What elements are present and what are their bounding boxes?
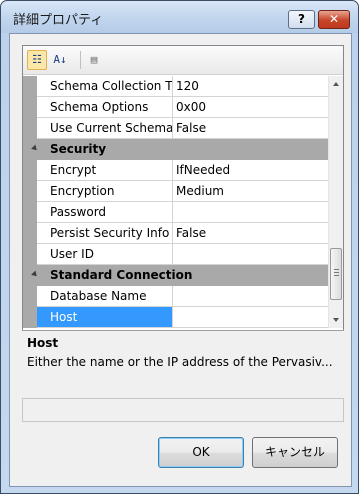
property-value[interactable]: 0x00: [173, 97, 328, 118]
alphabetical-sort-icon[interactable]: A↓: [50, 50, 70, 70]
row-gutter: [23, 160, 37, 181]
property-value[interactable]: Medium: [173, 181, 328, 202]
row-gutter: [23, 244, 37, 265]
property-value[interactable]: [173, 307, 328, 328]
property-value[interactable]: False: [173, 118, 328, 139]
property-value[interactable]: [173, 202, 328, 223]
title-bar[interactable]: 詳細プロパティ ? ✕: [1, 1, 358, 33]
thumb-grip-line: [334, 269, 339, 270]
property-grid-toolbar: ☷ A↓ ▤: [23, 46, 343, 75]
status-box: [22, 398, 344, 422]
property-name[interactable]: Persist Security Info: [37, 223, 173, 244]
ok-button[interactable]: OK: [158, 437, 244, 468]
category-label: Security: [50, 142, 107, 156]
property-name[interactable]: Encryption: [37, 181, 173, 202]
collapse-arrow-icon[interactable]: [31, 270, 39, 279]
row-gutter: [23, 118, 37, 139]
scrollbar-thumb[interactable]: [330, 248, 342, 300]
description-title: Host: [27, 336, 59, 350]
property-name[interactable]: Use Current Schema: [37, 118, 173, 139]
categorized-view-icon[interactable]: ☷: [27, 50, 47, 70]
row-gutter: [23, 76, 37, 97]
cancel-button[interactable]: キャンセル: [252, 437, 338, 468]
property-name[interactable]: Host: [37, 307, 173, 328]
property-name[interactable]: Database Name: [37, 286, 173, 307]
property-name[interactable]: Password: [37, 202, 173, 223]
property-name[interactable]: Schema Options: [37, 97, 173, 118]
vertical-scrollbar[interactable]: [328, 76, 343, 328]
property-value[interactable]: 120: [173, 76, 328, 97]
toolbar-separator: [80, 51, 81, 69]
category-label: Standard Connection: [50, 268, 193, 282]
description-pane: Host Either the name or the IP address o…: [22, 330, 344, 388]
property-row[interactable]: Database Name: [23, 286, 328, 307]
help-button[interactable]: ?: [288, 10, 315, 29]
property-pages-icon[interactable]: ▤: [84, 50, 104, 70]
description-text: Either the name or the IP address of the…: [27, 355, 333, 369]
window-title: 詳細プロパティ: [13, 13, 104, 28]
property-value[interactable]: [173, 286, 328, 307]
property-row[interactable]: Password: [23, 202, 328, 223]
close-button[interactable]: ✕: [318, 10, 350, 29]
row-gutter: [23, 97, 37, 118]
property-grid: ☷ A↓ ▤ Schema Collection Ti 120 Schema Opt…: [22, 45, 344, 360]
row-gutter: [23, 202, 37, 223]
property-name[interactable]: Schema Collection Ti: [37, 76, 173, 97]
row-gutter: [23, 307, 37, 328]
property-row[interactable]: Use Current Schema False: [23, 118, 328, 139]
property-row[interactable]: User ID: [23, 244, 328, 265]
dialog-window: 詳細プロパティ ? ✕ ☷ A↓ ▤ Schema Collection Ti 1…: [0, 0, 359, 494]
scroll-down-arrow-icon[interactable]: [333, 318, 339, 322]
row-gutter: [23, 286, 37, 307]
property-rows: Schema Collection Ti 120 Schema Options 0x0…: [23, 76, 328, 328]
property-row[interactable]: Persist Security Info False: [23, 223, 328, 244]
property-row[interactable]: Encrypt IfNeeded: [23, 160, 328, 181]
property-value[interactable]: IfNeeded: [173, 160, 328, 181]
collapse-arrow-icon[interactable]: [31, 144, 39, 153]
property-row[interactable]: Encryption Medium: [23, 181, 328, 202]
category-row[interactable]: Standard Connection: [23, 265, 328, 286]
scroll-up-arrow-icon[interactable]: [333, 82, 339, 86]
property-value[interactable]: False: [173, 223, 328, 244]
category-row[interactable]: Security: [23, 139, 328, 160]
property-row[interactable]: Schema Collection Ti 120: [23, 76, 328, 97]
thumb-grip-line: [334, 275, 339, 276]
property-row[interactable]: Host: [23, 307, 328, 328]
thumb-grip-line: [334, 272, 339, 273]
row-gutter: [23, 181, 37, 202]
row-gutter: [23, 223, 37, 244]
property-name[interactable]: User ID: [37, 244, 173, 265]
dialog-client-area: ☷ A↓ ▤ Schema Collection Ti 120 Schema Opt…: [9, 33, 352, 487]
property-name[interactable]: Encrypt: [37, 160, 173, 181]
property-value[interactable]: [173, 244, 328, 265]
property-row[interactable]: Schema Options 0x00: [23, 97, 328, 118]
